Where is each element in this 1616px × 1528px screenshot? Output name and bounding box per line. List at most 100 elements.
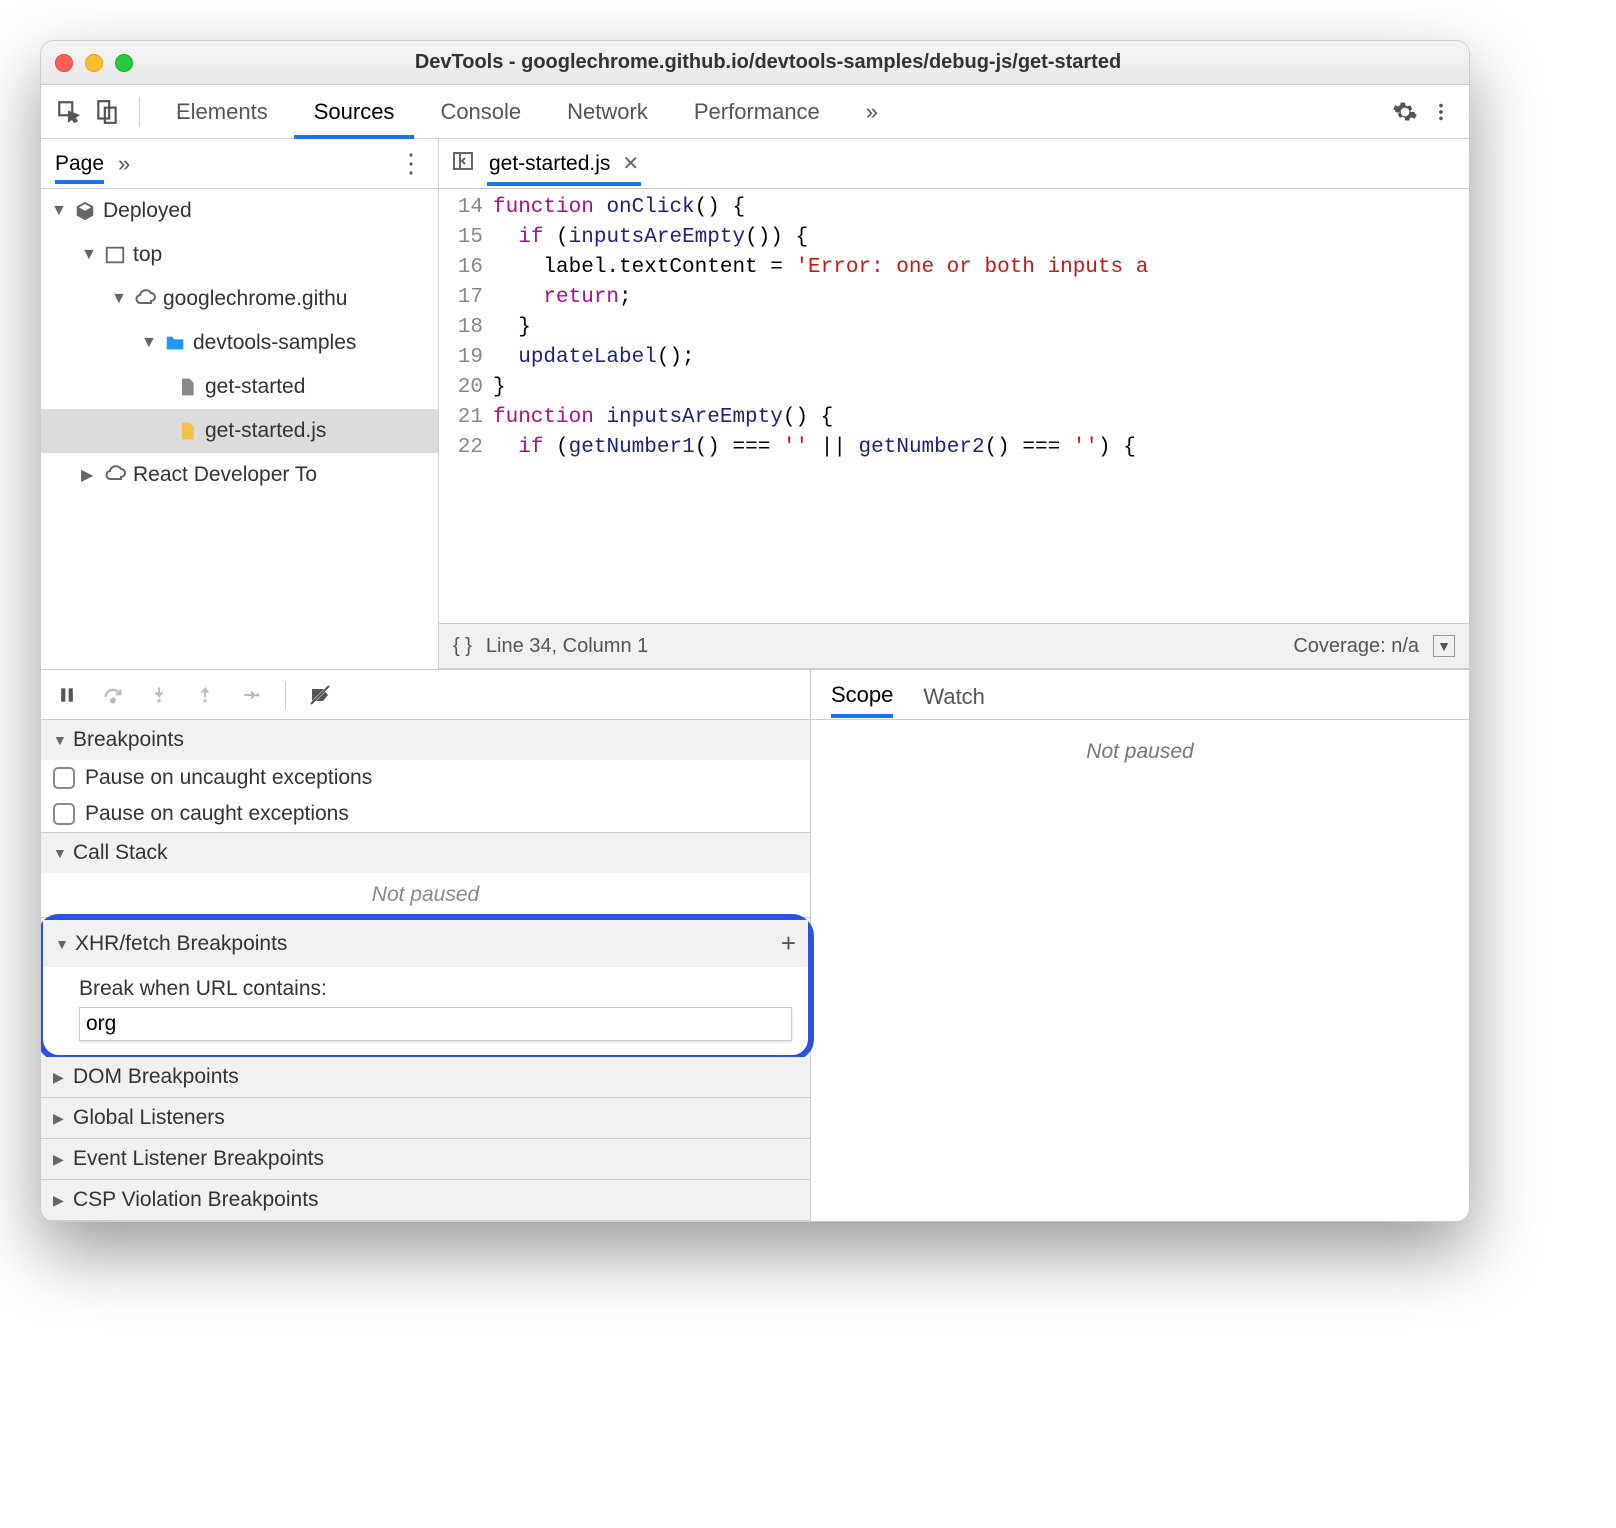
coverage-status: Coverage: n/a — [1293, 635, 1419, 658]
breakpoints-header[interactable]: ▼Breakpoints — [41, 720, 810, 760]
add-xhr-breakpoint-icon[interactable]: + — [781, 928, 796, 959]
document-icon — [175, 375, 199, 399]
pause-icon[interactable] — [55, 683, 79, 707]
settings-icon[interactable] — [1389, 96, 1421, 128]
tabs-overflow[interactable]: » — [846, 85, 898, 139]
cloud-icon — [103, 463, 127, 487]
pretty-print-icon[interactable]: { } — [453, 635, 472, 658]
tree-label: React Developer To — [133, 463, 317, 487]
separator — [139, 97, 140, 127]
tree-domain[interactable]: ▼ googlechrome.githu — [41, 277, 438, 321]
scope-pane: Scope Watch Not paused — [811, 670, 1469, 1221]
tree-folder[interactable]: ▼ devtools-samples — [41, 321, 438, 365]
navigator-header: Page » ⋮ — [41, 139, 438, 189]
dom-breakpoints-section: ▶DOM Breakpoints — [41, 1057, 810, 1098]
folder-icon — [163, 331, 187, 355]
code-editor[interactable]: 141516171819202122 function onClick() { … — [439, 189, 1469, 623]
separator — [285, 681, 286, 709]
step-into-icon[interactable] — [147, 683, 171, 707]
xhr-input-label: Break when URL contains: — [79, 977, 792, 1001]
tree-label: top — [133, 243, 162, 267]
xhr-header[interactable]: ▼XHR/fetch Breakpoints + — [43, 920, 808, 967]
tab-performance[interactable]: Performance — [674, 85, 840, 139]
event-breakpoints-header[interactable]: ▶Event Listener Breakpoints — [41, 1139, 810, 1179]
xhr-body: Break when URL contains: — [43, 967, 808, 1055]
xhr-url-input[interactable] — [79, 1007, 792, 1041]
debugger-panes: ▼Breakpoints Pause on uncaught exception… — [41, 669, 1469, 1221]
navigator-tabs-overflow[interactable]: » — [118, 151, 130, 177]
tree-file-js[interactable]: get-started.js — [41, 409, 438, 453]
tree-deployed[interactable]: ▼ Deployed — [41, 189, 438, 233]
debugger-toolbar — [41, 670, 810, 720]
step-icon[interactable] — [239, 683, 263, 707]
kebab-menu-icon[interactable] — [1425, 96, 1457, 128]
dom-breakpoints-header[interactable]: ▶DOM Breakpoints — [41, 1057, 810, 1097]
deployed-icon — [73, 199, 97, 223]
global-listeners-header[interactable]: ▶Global Listeners — [41, 1098, 810, 1138]
navigator-sidebar: Page » ⋮ ▼ Deployed ▼ top ▼ goog — [41, 139, 439, 669]
cloud-icon — [133, 287, 157, 311]
checkbox-icon[interactable] — [53, 803, 75, 825]
tab-elements[interactable]: Elements — [156, 85, 288, 139]
editor-pane: get-started.js ✕ 141516171819202122 func… — [439, 139, 1469, 669]
devtools-window: DevTools - googlechrome.github.io/devtoo… — [40, 40, 1470, 1222]
xhr-section: ▼XHR/fetch Breakpoints + Break when URL … — [43, 920, 808, 1055]
titlebar: DevTools - googlechrome.github.io/devtoo… — [41, 41, 1469, 85]
checkbox-icon[interactable] — [53, 767, 75, 789]
tree-extension[interactable]: ▶ React Developer To — [41, 453, 438, 497]
tab-watch[interactable]: Watch — [923, 674, 985, 716]
scope-not-paused: Not paused — [811, 720, 1469, 784]
zoom-window-button[interactable] — [115, 54, 133, 72]
tree-top[interactable]: ▼ top — [41, 233, 438, 277]
debugger-left: ▼Breakpoints Pause on uncaught exception… — [41, 670, 811, 1221]
navigator-menu-icon[interactable]: ⋮ — [398, 148, 424, 179]
tab-console[interactable]: Console — [420, 85, 541, 139]
source-code: function onClick() { if (inputsAreEmpty(… — [493, 189, 1469, 623]
frame-icon — [103, 243, 127, 267]
editor-statusbar: { } Line 34, Column 1 Coverage: n/a ▼ — [439, 623, 1469, 669]
callstack-not-paused: Not paused — [41, 873, 810, 917]
minimize-window-button[interactable] — [85, 54, 103, 72]
xhr-highlight: ▼XHR/fetch Breakpoints + Break when URL … — [40, 914, 814, 1061]
callstack-section: ▼Call Stack Not paused — [41, 833, 810, 918]
cursor-position: Line 34, Column 1 — [486, 635, 648, 658]
event-breakpoints-section: ▶Event Listener Breakpoints — [41, 1139, 810, 1180]
tree-label: Deployed — [103, 199, 192, 223]
tree-label: devtools-samples — [193, 331, 356, 355]
drawer-toggle-icon[interactable]: ▼ — [1433, 635, 1455, 657]
editor-tabs: get-started.js ✕ — [439, 139, 1469, 189]
file-tree: ▼ Deployed ▼ top ▼ googlechrome.githu ▼ — [41, 189, 438, 669]
tab-network[interactable]: Network — [547, 85, 668, 139]
close-window-button[interactable] — [55, 54, 73, 72]
tree-label: get-started — [205, 375, 305, 399]
breakpoints-section: ▼Breakpoints Pause on uncaught exception… — [41, 720, 810, 833]
pause-uncaught-row[interactable]: Pause on uncaught exceptions — [41, 760, 810, 796]
window-title: DevTools - googlechrome.github.io/devtoo… — [151, 51, 1455, 74]
window-controls — [55, 54, 133, 72]
device-toggle-icon[interactable] — [91, 96, 123, 128]
main-toolbar: Elements Sources Console Network Perform… — [41, 85, 1469, 139]
step-over-icon[interactable] — [101, 683, 125, 707]
inspect-icon[interactable] — [53, 96, 85, 128]
tab-sources[interactable]: Sources — [294, 85, 415, 139]
deactivate-breakpoints-icon[interactable] — [308, 683, 332, 707]
global-listeners-section: ▶Global Listeners — [41, 1098, 810, 1139]
close-tab-icon[interactable]: ✕ — [622, 151, 639, 176]
callstack-header[interactable]: ▼Call Stack — [41, 833, 810, 873]
tree-file-html[interactable]: get-started — [41, 365, 438, 409]
pause-caught-row[interactable]: Pause on caught exceptions — [41, 796, 810, 832]
csp-breakpoints-section: ▶CSP Violation Breakpoints — [41, 1180, 810, 1221]
scope-tabs: Scope Watch — [811, 670, 1469, 720]
csp-breakpoints-header[interactable]: ▶CSP Violation Breakpoints — [41, 1180, 810, 1220]
tree-label: googlechrome.githu — [163, 287, 347, 311]
toggle-navigator-icon[interactable] — [451, 149, 475, 178]
js-file-icon — [175, 419, 199, 443]
navigator-tab-page[interactable]: Page — [55, 152, 104, 184]
line-gutter: 141516171819202122 — [439, 189, 493, 623]
editor-tab-label: get-started.js — [489, 152, 610, 176]
content-area: Page » ⋮ ▼ Deployed ▼ top ▼ goog — [41, 139, 1469, 669]
editor-tab-file[interactable]: get-started.js ✕ — [487, 141, 641, 186]
step-out-icon[interactable] — [193, 683, 217, 707]
tab-scope[interactable]: Scope — [831, 672, 893, 718]
tree-label: get-started.js — [205, 419, 326, 443]
